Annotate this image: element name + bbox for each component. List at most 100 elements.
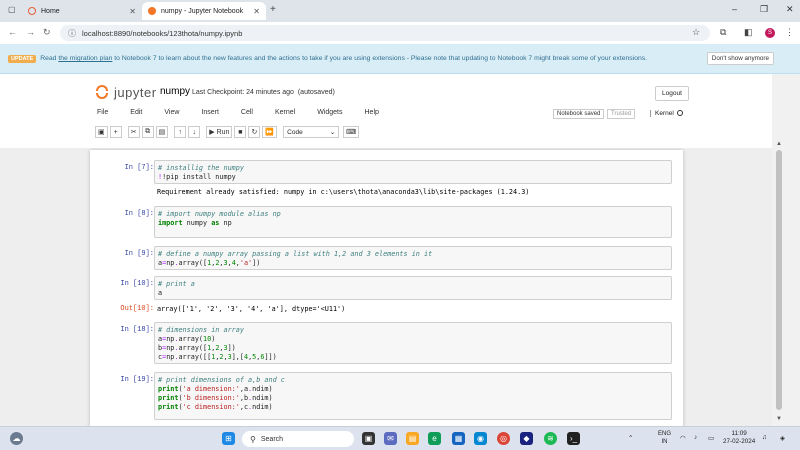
start-icon[interactable]: ⊞ <box>222 432 235 445</box>
weather-icon[interactable]: ☁ <box>10 432 23 445</box>
extensions-icon[interactable]: ⧉ <box>720 27 726 38</box>
maximize-icon[interactable]: ❐ <box>760 4 768 15</box>
menu-file[interactable]: File <box>95 108 110 122</box>
code-input[interactable]: # print a a <box>154 276 672 300</box>
url-input[interactable]: ⓘ localhost:8890/notebooks/123thota/nump… <box>60 25 710 41</box>
trusted-indicator[interactable]: Trusted <box>607 109 636 119</box>
copilot-icon[interactable]: ◆ <box>520 432 533 445</box>
output-prompt: Out[10]: <box>120 305 154 313</box>
cell-output: array(['1', '2', '3', '4', 'a'], dtype='… <box>157 305 346 313</box>
code-input[interactable]: # import numpy module alias np import nu… <box>154 206 672 238</box>
sidebar-icon[interactable]: ◧ <box>744 27 753 38</box>
input-prompt: In [8]: <box>124 210 154 218</box>
cell-type-select[interactable]: Code ⌄ <box>283 126 340 138</box>
back-icon[interactable]: ← <box>8 27 17 37</box>
spotify-icon[interactable]: ≋ <box>544 432 557 445</box>
copy-icon[interactable]: ⧉ <box>141 126 154 138</box>
checkpoint-status: Last Checkpoint: 24 minutes ago (autosav… <box>192 89 335 96</box>
system-clock[interactable]: 11:09 27-02-2024 <box>723 430 755 446</box>
chevron-down-icon: ⌄ <box>329 129 336 136</box>
battery-icon[interactable]: ▭ <box>708 434 714 442</box>
logout-button[interactable]: Logout <box>655 86 689 101</box>
page-scrollbar[interactable] <box>776 150 782 410</box>
jupyter-logo-text: jupyter <box>114 84 157 100</box>
run-button[interactable]: ▶ Run <box>206 126 233 138</box>
notebook-toolbar: ▣ + ✂ ⧉ ▤ ↑ ↓ ▶ Run ■ ↻ ⏩ Code ⌄ ⌨ <box>95 125 361 139</box>
menu-insert[interactable]: Insert <box>199 108 221 122</box>
forward-icon[interactable]: → <box>26 27 35 37</box>
cut-icon[interactable]: ✂ <box>127 126 140 138</box>
chat-icon[interactable]: ✉ <box>384 432 397 445</box>
chrome-icon[interactable]: ◎ <box>497 432 510 445</box>
notification-bell-icon[interactable]: ♫ <box>762 434 767 441</box>
jupyter-logo[interactable]: jupyter <box>95 84 157 100</box>
code-input[interactable]: # define a numpy array passing a list wi… <box>154 246 672 270</box>
address-bar-row: ← → ↻ ⓘ localhost:8890/notebooks/123thot… <box>0 22 800 44</box>
copilot-tray-icon[interactable]: ◈ <box>780 434 785 442</box>
menu-kernel[interactable]: Kernel <box>273 108 297 122</box>
menu-cell[interactable]: Cell <box>239 108 255 122</box>
file-explorer-icon[interactable]: ▤ <box>406 432 419 445</box>
close-tab-icon[interactable]: ✕ <box>253 7 260 16</box>
menu-widgets[interactable]: Widgets <box>315 108 344 122</box>
close-window-icon[interactable]: ✕ <box>786 4 794 15</box>
code-input[interactable]: # dimensions in array a=np.array(10) b=n… <box>154 322 672 364</box>
scroll-up-icon[interactable]: ▲ <box>776 141 782 147</box>
notebook-area: In [7]: # installig the numpy !!pip inst… <box>0 148 772 426</box>
input-prompt: In [9]: <box>124 250 154 258</box>
code-input[interactable]: # installig the numpy !!pip install nump… <box>154 160 672 184</box>
tab-label: Home <box>41 7 60 15</box>
reload-icon[interactable]: ↻ <box>43 27 51 38</box>
site-info-icon[interactable]: ⓘ <box>68 28 76 39</box>
banner-text-post: to Notebook 7 to learn about the new fea… <box>114 55 648 62</box>
search-placeholder: Search <box>260 435 284 443</box>
banner-text-pre: Read <box>40 55 57 62</box>
interrupt-icon[interactable]: ■ <box>234 126 247 138</box>
restart-run-all-icon[interactable]: ⏩ <box>262 126 278 138</box>
edge-icon[interactable]: e <box>428 432 441 445</box>
insert-cell-icon[interactable]: + <box>109 126 122 138</box>
code-input[interactable]: # print dimensions of a,b and c print('a… <box>154 372 672 420</box>
language-indicator[interactable]: ENG IN <box>658 430 671 446</box>
notebook-name[interactable]: numpy <box>160 86 190 97</box>
windows-taskbar: ☁ ⊞ ⚲ Search ▣ ✉ ▤ e ▦ ◉ ◎ ◆ ≋ ›_ ⌃ ENG I… <box>0 426 800 450</box>
notebook-container: In [7]: # installig the numpy !!pip inst… <box>90 150 683 426</box>
menu-view[interactable]: View <box>162 108 181 122</box>
new-tab-button[interactable]: + <box>270 4 276 15</box>
restart-icon[interactable]: ↻ <box>248 126 261 138</box>
tab-home[interactable]: Home ✕ <box>22 2 142 20</box>
minimize-icon[interactable]: – <box>732 4 737 14</box>
close-tab-icon[interactable]: ✕ <box>129 7 136 16</box>
input-prompt: In [7]: <box>124 164 154 172</box>
move-up-icon[interactable]: ↑ <box>174 126 187 138</box>
bookmark-star-icon[interactable]: ☆ <box>692 27 700 38</box>
volume-icon[interactable]: ♪ <box>694 434 697 441</box>
wifi-icon[interactable]: ◠ <box>680 434 686 442</box>
paste-icon[interactable]: ▤ <box>155 126 169 138</box>
jupyter-tab-favicon-icon <box>148 7 156 15</box>
input-prompt: In [18]: <box>120 326 154 334</box>
scroll-down-icon[interactable]: ▼ <box>776 416 782 422</box>
home-tab-favicon-icon <box>28 7 36 15</box>
save-icon[interactable]: ▣ <box>95 126 108 138</box>
task-view-icon[interactable]: ▣ <box>362 432 375 445</box>
url-text: localhost:8890/notebooks/123thota/numpy.… <box>82 28 243 38</box>
move-down-icon[interactable]: ↓ <box>188 126 201 138</box>
kernel-idle-icon <box>676 110 683 116</box>
command-palette-icon[interactable]: ⌨ <box>343 126 360 138</box>
taskbar-search-input[interactable]: ⚲ Search <box>242 431 354 447</box>
terminal-icon[interactable]: ›_ <box>567 432 580 445</box>
browser-tab-bar: ▢ Home ✕ numpy - Jupyter Notebook ✕ + – … <box>0 0 800 22</box>
dont-show-anymore-button[interactable]: Don't show anymore <box>706 52 774 65</box>
tray-chevron-up-icon[interactable]: ⌃ <box>628 434 633 442</box>
store-icon[interactable]: ▦ <box>452 432 465 445</box>
tab-search-icon[interactable]: ▢ <box>8 5 16 14</box>
app-icon[interactable]: ◉ <box>474 432 487 445</box>
tab-numpy-notebook[interactable]: numpy - Jupyter Notebook ✕ <box>142 2 266 20</box>
browser-menu-icon[interactable]: ⋮ <box>785 27 794 38</box>
menu-help[interactable]: Help <box>363 108 381 122</box>
search-icon: ⚲ <box>250 434 256 444</box>
menu-edit[interactable]: Edit <box>128 108 144 122</box>
migration-plan-link[interactable]: the migration plan <box>58 55 112 62</box>
profile-avatar[interactable]: S <box>765 28 775 38</box>
